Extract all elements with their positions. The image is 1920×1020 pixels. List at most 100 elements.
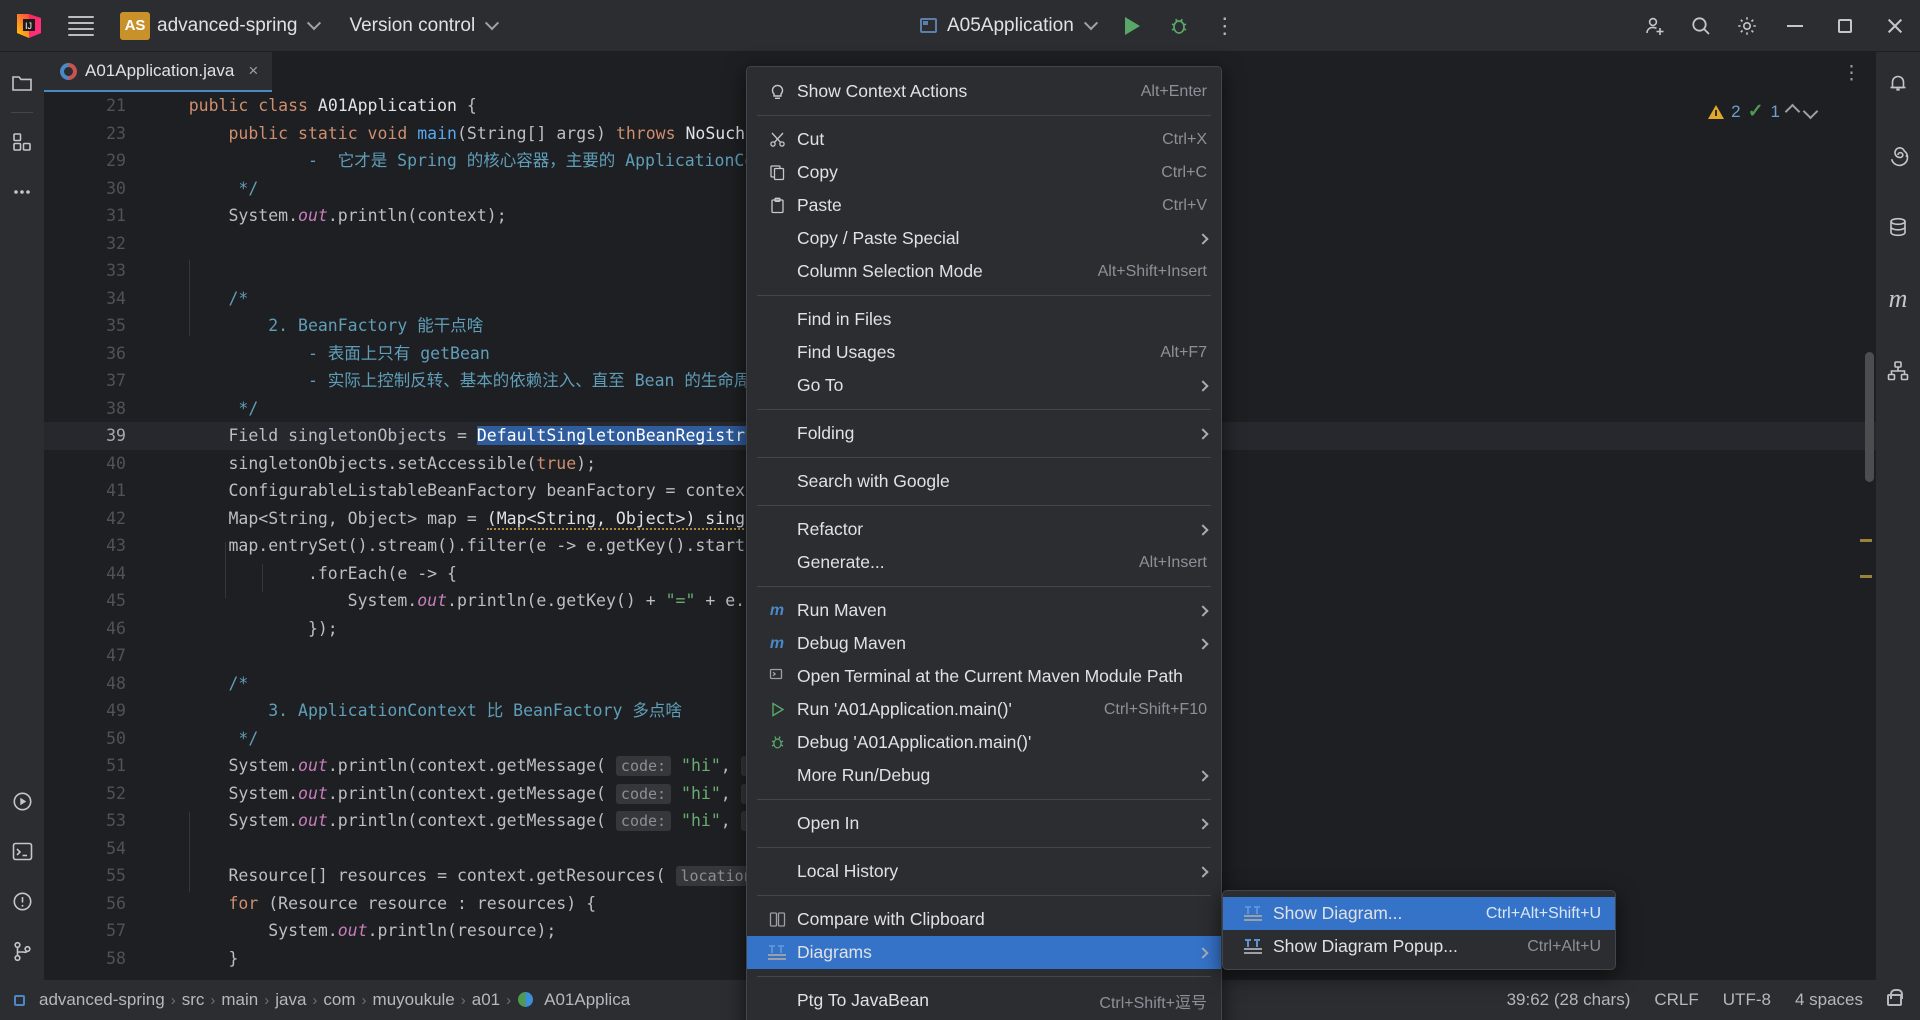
chevron-down-icon[interactable]	[1083, 15, 1098, 30]
menu-separator	[757, 847, 1211, 848]
project-badge[interactable]: AS	[120, 11, 150, 40]
chevron-down-icon[interactable]	[485, 15, 500, 30]
indent-setting[interactable]: 4 spaces	[1795, 990, 1863, 1010]
menu-item-paste[interactable]: Paste Ctrl+V	[747, 189, 1221, 222]
menu-item-compare-with-clipboard[interactable]: Compare with Clipboard	[747, 903, 1221, 936]
scroll-marker-warning[interactable]	[1860, 539, 1872, 542]
breadcrumb-item[interactable]: A01Applica	[538, 990, 636, 1009]
menu-item-diagrams[interactable]: Diagrams	[747, 936, 1221, 969]
editor-context-menu[interactable]: Show Context Actions Alt+Enter Cut Ctrl+X Co…	[746, 66, 1222, 1020]
menu-item-label: Open Terminal at the Current Maven Modul…	[797, 666, 1183, 686]
submenu-item-show-diagram[interactable]: Show Diagram... Ctrl+Alt+Shift+U	[1223, 897, 1615, 930]
menu-item-find-in-files[interactable]: Find in Files	[747, 303, 1221, 336]
menu-item-show-context-actions[interactable]: Show Context Actions Alt+Enter	[747, 75, 1221, 108]
terminal-icon[interactable]	[0, 826, 44, 876]
menu-item-label: Compare with Clipboard	[797, 909, 985, 929]
code-token: .println(context.getMessage(	[327, 811, 616, 830]
menu-item-copy[interactable]: Copy Ctrl+C	[747, 156, 1221, 189]
line-number: 57	[106, 921, 126, 940]
code-text: }	[149, 945, 238, 973]
menu-item-open-terminal-maven[interactable]: Open Terminal at the Current Maven Modul…	[747, 660, 1221, 693]
close-button[interactable]	[1870, 0, 1920, 52]
problems-icon[interactable]	[0, 876, 44, 926]
menu-item-label: Copy / Paste Special	[797, 228, 960, 248]
breadcrumb-item[interactable]: advanced-spring	[33, 990, 171, 1009]
editor-options-icon[interactable]: ⋮	[1842, 62, 1862, 85]
main-menu-button[interactable]	[68, 13, 94, 39]
breadcrumb-item[interactable]: a01	[466, 990, 506, 1009]
chevron-down-icon[interactable]	[307, 15, 322, 30]
minimize-button[interactable]	[1770, 0, 1820, 52]
menu-item-search-with-google[interactable]: Search with Google	[747, 465, 1221, 498]
menu-item-run-maven[interactable]: m Run Maven	[747, 594, 1221, 627]
menu-item-debug-main[interactable]: Debug 'A01Application.main()'	[747, 726, 1221, 759]
diagrams-submenu[interactable]: Show Diagram... Ctrl+Alt+Shift+U Show Diag…	[1222, 890, 1616, 970]
code-text: singletonObjects.setAccessible(true);	[149, 450, 596, 478]
code-text: Field singletonObjects = DefaultSingleto…	[149, 422, 775, 450]
database-icon[interactable]	[1876, 202, 1920, 252]
submenu-item-show-diagram-popup[interactable]: Show Diagram Popup... Ctrl+Alt+U	[1223, 930, 1615, 963]
code-token: for	[149, 893, 269, 913]
hierarchy-icon[interactable]	[1876, 346, 1920, 396]
breadcrumb-item[interactable]: java	[269, 990, 312, 1009]
menu-item-refactor[interactable]: Refactor	[747, 513, 1221, 546]
breadcrumb-item[interactable]: main	[215, 990, 264, 1009]
bell-icon[interactable]	[1876, 58, 1920, 108]
close-icon[interactable]: ×	[248, 61, 258, 81]
unlocked-icon[interactable]	[1887, 989, 1903, 1006]
maven-m-icon[interactable]: m	[1876, 274, 1920, 324]
caret-position[interactable]: 39:62 (28 chars)	[1507, 990, 1631, 1010]
gear-icon[interactable]	[1724, 0, 1770, 52]
terminal-maven-icon	[765, 668, 789, 685]
file-encoding[interactable]: UTF-8	[1723, 990, 1771, 1010]
run-button[interactable]	[1110, 0, 1156, 52]
code-text: });	[149, 615, 338, 643]
breadcrumb-item[interactable]: muyoukule	[367, 990, 461, 1009]
add-user-icon[interactable]	[1632, 0, 1678, 52]
menu-item-find-usages[interactable]: Find Usages Alt+F7	[747, 336, 1221, 369]
run-configuration-name[interactable]: A05Application	[947, 15, 1074, 37]
more-actions-button[interactable]: ⋮	[1202, 0, 1248, 52]
menu-item-debug-maven[interactable]: m Debug Maven	[747, 627, 1221, 660]
chevron-right-icon	[1197, 427, 1209, 440]
menu-item-go-to[interactable]: Go To	[747, 369, 1221, 402]
next-problem-icon[interactable]	[1802, 103, 1819, 120]
debug-button[interactable]	[1156, 0, 1202, 52]
code-token: out	[417, 591, 448, 610]
line-separator[interactable]: CRLF	[1654, 990, 1698, 1010]
spiral-icon[interactable]	[1876, 130, 1920, 180]
code-token: .println(context.getMessage(	[327, 783, 616, 803]
scroll-marker-warning[interactable]	[1860, 575, 1872, 578]
run-circle-icon[interactable]	[0, 776, 44, 826]
more-dots-icon[interactable]	[0, 167, 44, 217]
menu-item-local-history[interactable]: Local History	[747, 855, 1221, 888]
maximize-button[interactable]	[1820, 0, 1870, 52]
breadcrumb-item[interactable]: src	[176, 990, 211, 1009]
branch-icon[interactable]	[0, 926, 44, 976]
code-token: /*	[149, 288, 249, 308]
menu-separator	[757, 115, 1211, 116]
version-control-menu[interactable]: Version control	[349, 15, 475, 37]
prev-problem-icon[interactable]	[1784, 103, 1801, 120]
modules-icon[interactable]	[0, 117, 44, 167]
menu-item-column-selection-mode[interactable]: Column Selection Mode Alt+Shift+Insert	[747, 255, 1221, 288]
menu-item-label: Local History	[797, 861, 899, 881]
menu-item-open-in[interactable]: Open In	[747, 807, 1221, 840]
menu-item-ptg-to-javabean[interactable]: Ptg To JavaBean Ctrl+Shift+逗号	[747, 984, 1221, 1017]
menu-item-copy-paste-special[interactable]: Copy / Paste Special	[747, 222, 1221, 255]
project-name[interactable]: advanced-spring	[157, 15, 297, 37]
breadcrumb-item[interactable]: com	[317, 990, 361, 1009]
editor-scrollbar[interactable]	[1865, 352, 1874, 482]
menu-item-cut[interactable]: Cut Ctrl+X	[747, 123, 1221, 156]
inspections-widget[interactable]: 2 ✓ 1	[1708, 100, 1819, 123]
code-token: System.	[149, 783, 299, 803]
menu-item-generate[interactable]: Generate... Alt+Insert	[747, 546, 1221, 579]
menu-item-label: Find in Files	[797, 309, 892, 329]
search-icon[interactable]	[1678, 0, 1724, 52]
editor-tab-a01application[interactable]: A01Application.java ×	[44, 52, 273, 92]
menu-item-more-run-debug[interactable]: More Run/Debug	[747, 759, 1221, 792]
menu-item-label: Diagrams	[797, 942, 872, 962]
folder-icon[interactable]	[0, 58, 44, 108]
menu-item-folding[interactable]: Folding	[747, 417, 1221, 450]
menu-item-run-main[interactable]: Run 'A01Application.main()' Ctrl+Shift+F1…	[747, 693, 1221, 726]
